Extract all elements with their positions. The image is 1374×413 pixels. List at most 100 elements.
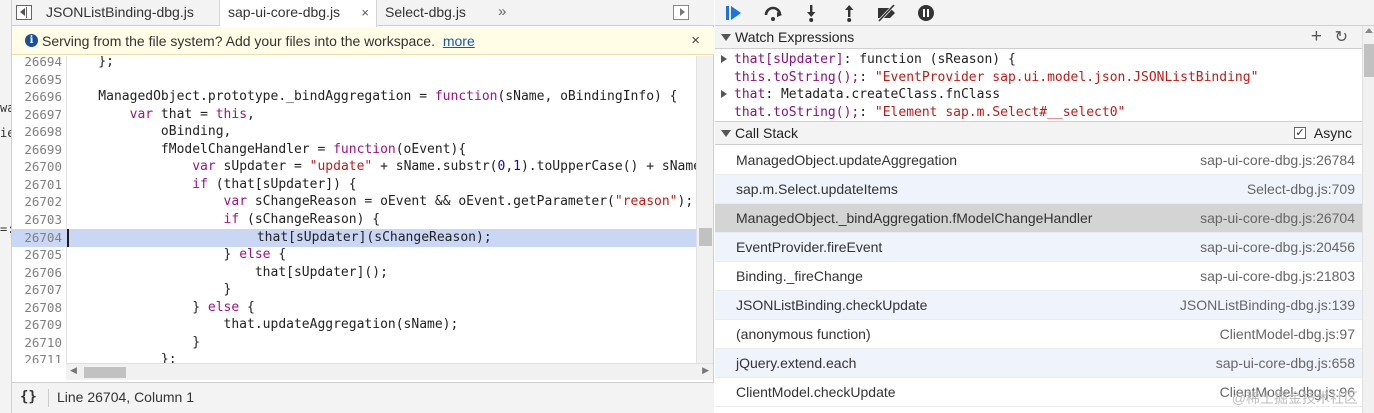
deactivate-breakpoints-icon[interactable] [873,2,899,24]
watch-expression: that: Metadata.createClass.fnClass [734,87,1001,102]
call-frame[interactable]: Binding._fireChange sap-ui-core-dbg.js:21… [715,262,1362,291]
code-line[interactable]: 26702 var sChangeReason = oEvent && oEve… [12,193,696,211]
call-frame[interactable]: EventProvider.fireEvent sap-ui-core-dbg.j… [715,233,1362,262]
tab-jsonlistbinding[interactable]: JSONListBinding-dbg.js [38,0,220,26]
pretty-print-icon[interactable]: {} [20,383,37,412]
scroll-right-arrow-icon[interactable]: ▶ [702,365,709,376]
frame-function-name: ClientModel.checkUpdate [736,384,896,400]
frame-location-link[interactable]: sap-ui-core-dbg.js:20456 [1200,233,1355,262]
tab-sap-ui-core[interactable]: sap-ui-core-dbg.js × [220,0,377,27]
line-number[interactable]: 26710 [12,334,62,352]
tab-select[interactable]: Select-dbg.js [377,0,487,26]
expand-triangle-icon[interactable] [721,90,727,98]
line-number[interactable]: 26703 [12,211,62,229]
toggle-debugger-icon[interactable] [673,5,689,20]
watch-expression: that[sUpdater]: function (sReason) { [734,52,1016,67]
code-line[interactable]: 26695 [12,71,696,89]
line-number[interactable]: 26694 [12,56,62,71]
code-line[interactable]: 26706 that[sUpdater](); [12,264,696,282]
toggle-navigator-icon[interactable] [16,5,32,20]
call-stack-header[interactable]: Call Stack ✓ Async [715,121,1362,145]
call-frame[interactable]: ManagedObject.updateAggregation sap-ui-co… [715,146,1362,175]
code-line[interactable]: 26694 }; [12,56,696,71]
frame-location-link[interactable]: sap-ui-core-dbg.js:26704 [1200,204,1355,233]
async-checkbox[interactable]: ✓ [1294,127,1306,139]
line-number[interactable]: 26711 [12,351,62,363]
code-line[interactable]: 26696 ManagedObject.prototype._bindAggre… [12,88,696,106]
watch-expression: this.toString();: "EventProvider sap.ui.… [734,69,1259,85]
code-line[interactable]: 26699 fModelChangeHandler = function(oEv… [12,141,696,159]
scrollbar-thumb[interactable] [84,367,126,378]
scrollbar-thumb[interactable] [1364,44,1374,77]
line-number[interactable]: 26697 [12,106,62,124]
code-text: if (that[sUpdater]) { [192,176,357,192]
code-line[interactable]: 26708 } else { [12,299,696,317]
line-number[interactable]: 26708 [12,299,62,317]
refresh-icon[interactable]: ↻ [1335,26,1348,49]
call-frame[interactable]: ManagedObject._bindAggregation.fModelCha… [715,204,1362,233]
pause-on-exceptions-icon[interactable] [913,2,939,24]
watch-expression-row[interactable]: this.toString();: "EventProvider sap.ui.… [715,69,1362,86]
line-number[interactable]: 26696 [12,88,62,106]
scroll-up-arrow-icon[interactable] [1365,28,1373,33]
watch-expression-row[interactable]: that.toString();: "Element sap.m.Select#… [715,104,1362,121]
call-frame[interactable]: JSONListBinding.checkUpdate JSONListBindi… [715,291,1362,320]
line-number[interactable]: 26705 [12,246,62,264]
sidebar-vertical-scrollbar[interactable] [1362,26,1374,413]
code-text: } else { [67,299,255,315]
more-link[interactable]: more [443,33,475,49]
code-line[interactable]: 26701 if (that[sUpdater]) { [12,176,696,194]
code-line[interactable]: 26710 } [12,334,696,352]
tab-label: Select-dbg.js [385,4,466,20]
editor-horizontal-scrollbar[interactable]: ◀ ▶ [66,363,713,380]
code-line[interactable]: 26703 if (sChangeReason) { [12,211,696,229]
code-line[interactable]: 26704 that[sUpdater](sChangeReason); [12,228,696,247]
call-frame[interactable]: jQuery.extend.each sap-ui-core-dbg.js:658 [715,349,1362,378]
watch-expressions-header[interactable]: Watch Expressions + ↻ [715,25,1362,49]
frame-location-link[interactable]: sap-ui-core-dbg.js:21803 [1200,262,1355,291]
code-text: } [67,282,232,298]
divider [48,389,49,407]
line-number[interactable]: 26706 [12,264,62,282]
add-expression-icon[interactable]: + [1311,26,1322,48]
line-number[interactable]: 26702 [12,193,62,211]
code-line[interactable]: 26698 oBinding, [12,123,696,141]
line-number[interactable]: 26707 [12,281,62,299]
frame-location-link[interactable]: sap-ui-core-dbg.js:26784 [1200,146,1355,175]
call-frame[interactable]: (anonymous function) ClientModel-dbg.js:9… [715,320,1362,349]
watch-expression-row[interactable]: that: Metadata.createClass.fnClass [715,86,1362,103]
step-over-icon[interactable] [759,2,785,24]
line-number[interactable]: 26709 [12,316,62,334]
watch-expression-row[interactable]: that[sUpdater]: function (sReason) { [715,51,1362,68]
line-number[interactable]: 26704 [12,229,62,247]
scroll-left-arrow-icon[interactable]: ◀ [70,365,77,376]
line-number[interactable]: 26699 [12,141,62,159]
resume-icon[interactable] [721,2,747,24]
tabs-overflow-chevron-icon[interactable]: » [498,0,506,24]
code-line[interactable]: 26709 that.updateAggregation(sName); [12,316,696,334]
line-number[interactable]: 26701 [12,176,62,194]
code-area[interactable]: 26694 }; 26695 26696 ManagedObject.prototy… [12,56,696,363]
tab-close-icon[interactable]: × [361,0,369,25]
call-frame[interactable]: sap.m.Select.updateItems Select-dbg.js:70… [715,175,1362,204]
code-line[interactable]: 26707 } [12,281,696,299]
frame-location-link[interactable]: sap-ui-core-dbg.js:658 [1216,349,1355,378]
step-out-icon[interactable] [835,2,861,24]
code-line[interactable]: 26705 } else { [12,246,696,264]
line-number[interactable]: 26700 [12,158,62,176]
frame-location-link[interactable]: Select-dbg.js:709 [1247,175,1355,204]
expand-triangle-icon[interactable] [721,55,727,63]
editor-vertical-scrollbar[interactable] [696,56,713,363]
code-line[interactable]: 26697 var that = this, [12,106,696,124]
step-into-icon[interactable] [797,2,823,24]
frame-location-link[interactable]: JSONListBinding-dbg.js:139 [1180,291,1355,320]
frame-function-name: (anonymous function) [736,326,871,342]
line-number[interactable]: 26695 [12,71,62,89]
frame-function-name: jQuery.extend.each [736,355,857,371]
code-line[interactable]: 26700 var sUpdater = "update" + sName.su… [12,158,696,176]
frame-location-link[interactable]: ClientModel-dbg.js:97 [1220,320,1355,349]
scrollbar-thumb[interactable] [699,228,712,246]
code-line[interactable]: 26711 }; [12,351,696,363]
close-icon[interactable]: × [691,27,700,55]
line-number[interactable]: 26698 [12,123,62,141]
